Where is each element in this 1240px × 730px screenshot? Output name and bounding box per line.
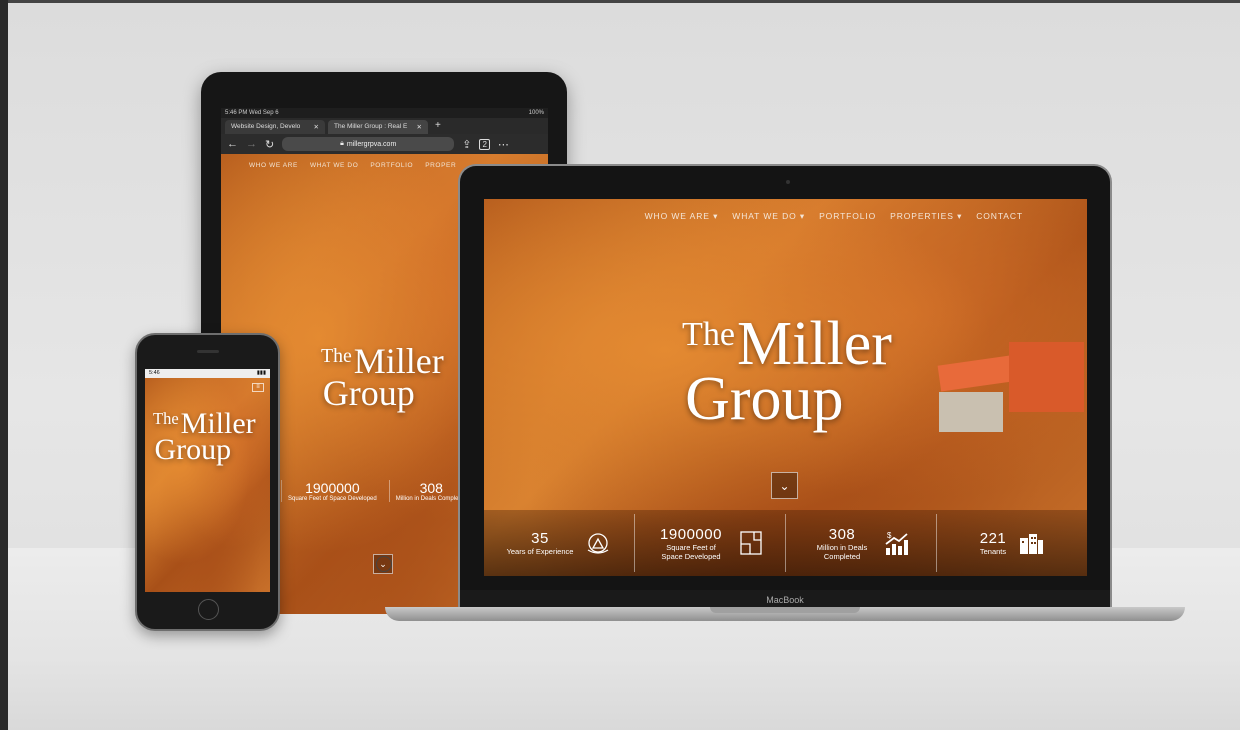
phone-home-button[interactable]: [198, 599, 219, 620]
tabs-count-icon[interactable]: 2: [479, 138, 490, 150]
tablet-home-button[interactable]: [376, 556, 392, 572]
stat-number: 1900000: [305, 480, 360, 496]
address-bar[interactable]: 🔒︎ millergrpva.com: [282, 137, 455, 151]
stat-tenants: 221 Tenants: [936, 514, 1087, 572]
stat-label: Million in Deals Completed: [395, 496, 467, 502]
phone-logo: TheMiller Group: [153, 408, 256, 467]
forward-icon[interactable]: →: [246, 138, 257, 150]
browser-tab-active[interactable]: The Miller Group : Real E ✕: [328, 120, 428, 134]
experience-icon: [588, 533, 609, 554]
nav-portfolio[interactable]: PORTFOLIO: [819, 211, 876, 222]
phone-speaker: [197, 350, 219, 353]
browser-tab-label: The Miller Group : Real E: [334, 123, 408, 130]
nav-contact[interactable]: CONTACT: [976, 211, 1023, 222]
tablet-nav: WHO WE ARE WHAT WE DO PORTFOLIO PROPER: [221, 162, 456, 169]
tablet-url-bar: ← → ↻ 🔒︎ millergrpva.com ⇪ 2 ⋯: [221, 134, 548, 154]
back-icon[interactable]: ←: [227, 138, 238, 150]
nav-properties[interactable]: PROPER: [425, 162, 456, 169]
laptop-device: WHO WE ARE ▾ WHAT WE DO ▾ PORTFOLIO PROP…: [458, 164, 1112, 610]
logo-the: The: [153, 408, 179, 428]
phone-device: 5:46 ▮▮▮ ≡ TheMiller Group: [135, 333, 280, 631]
reload-icon[interactable]: ↻: [265, 138, 274, 151]
stat-label: Years of Experience: [506, 547, 574, 556]
logo-the: The: [321, 345, 352, 368]
browser-tab-label: Website Design, Develo: [231, 123, 301, 130]
logo-group: Group: [685, 364, 844, 433]
share-icon[interactable]: ⇪: [462, 138, 471, 151]
tablet-logo: TheMiller Group: [321, 343, 444, 413]
laptop-nav: WHO WE ARE ▾ WHAT WE DO ▾ PORTFOLIO PROP…: [645, 211, 1023, 222]
stat-number: 221: [979, 530, 1007, 547]
excavator-image: [937, 322, 1087, 462]
laptop-logo: TheMiller Group: [682, 313, 892, 433]
logo-the: The: [682, 316, 735, 354]
laptop-stats-bar: 35 Years of Experience 1900000 Square Fe…: [484, 510, 1087, 576]
stat-number: 308: [419, 480, 443, 496]
building-icon: [1020, 534, 1044, 554]
svg-text:$: $: [887, 531, 892, 540]
stat-square-feet: 1900000 Square Feet of Space Developed: [634, 514, 785, 572]
laptop-brand: MacBook: [766, 595, 804, 605]
stat-item: 1900000 Square Feet of Space Developed: [281, 480, 383, 502]
laptop-notch: [710, 607, 860, 613]
stat-number: 1900000: [660, 525, 722, 543]
stat-experience: 35 Years of Experience: [484, 514, 634, 572]
browser-tab[interactable]: Website Design, Develo ✕: [225, 120, 325, 134]
tablet-status-time: 5:46 PM Wed Sep 6: [225, 110, 279, 116]
growth-chart-icon: $: [885, 531, 908, 555]
laptop-screen: WHO WE ARE ▾ WHAT WE DO ▾ PORTFOLIO PROP…: [484, 199, 1087, 576]
nav-portfolio[interactable]: PORTFOLIO: [370, 162, 413, 169]
phone-status-time: 5:46: [149, 370, 160, 376]
stat-label: Million in Deals Completed: [816, 542, 868, 561]
tablet-battery: 100%: [528, 110, 544, 116]
tablet-stats: 1900000 Square Feet of Space Developed 3…: [281, 480, 473, 502]
logo-group: Group: [154, 433, 232, 467]
nav-what-we-do[interactable]: WHAT WE DO: [310, 162, 358, 169]
new-tab-icon[interactable]: +: [431, 120, 445, 134]
nav-what-we-do[interactable]: WHAT WE DO ▾: [732, 211, 805, 222]
close-icon[interactable]: ✕: [314, 123, 319, 131]
stat-number: 35: [531, 530, 549, 547]
nav-who-we-are[interactable]: WHO WE ARE ▾: [645, 211, 719, 222]
left-edge: [0, 0, 8, 730]
logo-group: Group: [322, 372, 415, 413]
phone-hero: ≡ TheMiller Group: [145, 378, 270, 592]
phone-status-bar: 5:46 ▮▮▮: [145, 369, 270, 378]
camera-icon: [786, 180, 790, 184]
address-text: millergrpva.com: [346, 140, 397, 148]
signal-icon: ▮▮▮: [256, 370, 266, 376]
menu-icon[interactable]: ≡: [252, 383, 264, 392]
stat-number: 308: [828, 525, 856, 543]
nav-who-we-are[interactable]: WHO WE ARE: [249, 162, 298, 169]
phone-screen: 5:46 ▮▮▮ ≡ TheMiller Group: [145, 369, 270, 592]
more-icon[interactable]: ⋯: [498, 138, 509, 151]
stat-label: Square Feet of Space Developed: [661, 542, 721, 561]
stat-deals: 308 Million in Deals Completed $: [785, 514, 936, 572]
tablet-status-bar: 5:46 PM Wed Sep 6 100%: [221, 108, 548, 118]
lock-icon: 🔒︎: [340, 140, 344, 147]
stat-label: Square Feet of Space Developed: [288, 496, 377, 502]
stat-label: Tenants: [979, 547, 1007, 556]
tablet-tab-bar: Website Design, Develo ✕ The Miller Grou…: [221, 118, 548, 134]
floorplan-icon: [740, 531, 762, 555]
close-icon[interactable]: ✕: [417, 123, 422, 131]
nav-properties[interactable]: PROPERTIES ▾: [890, 211, 962, 222]
chevron-down-icon[interactable]: ⌄: [771, 472, 798, 499]
top-strip: [0, 0, 1240, 3]
